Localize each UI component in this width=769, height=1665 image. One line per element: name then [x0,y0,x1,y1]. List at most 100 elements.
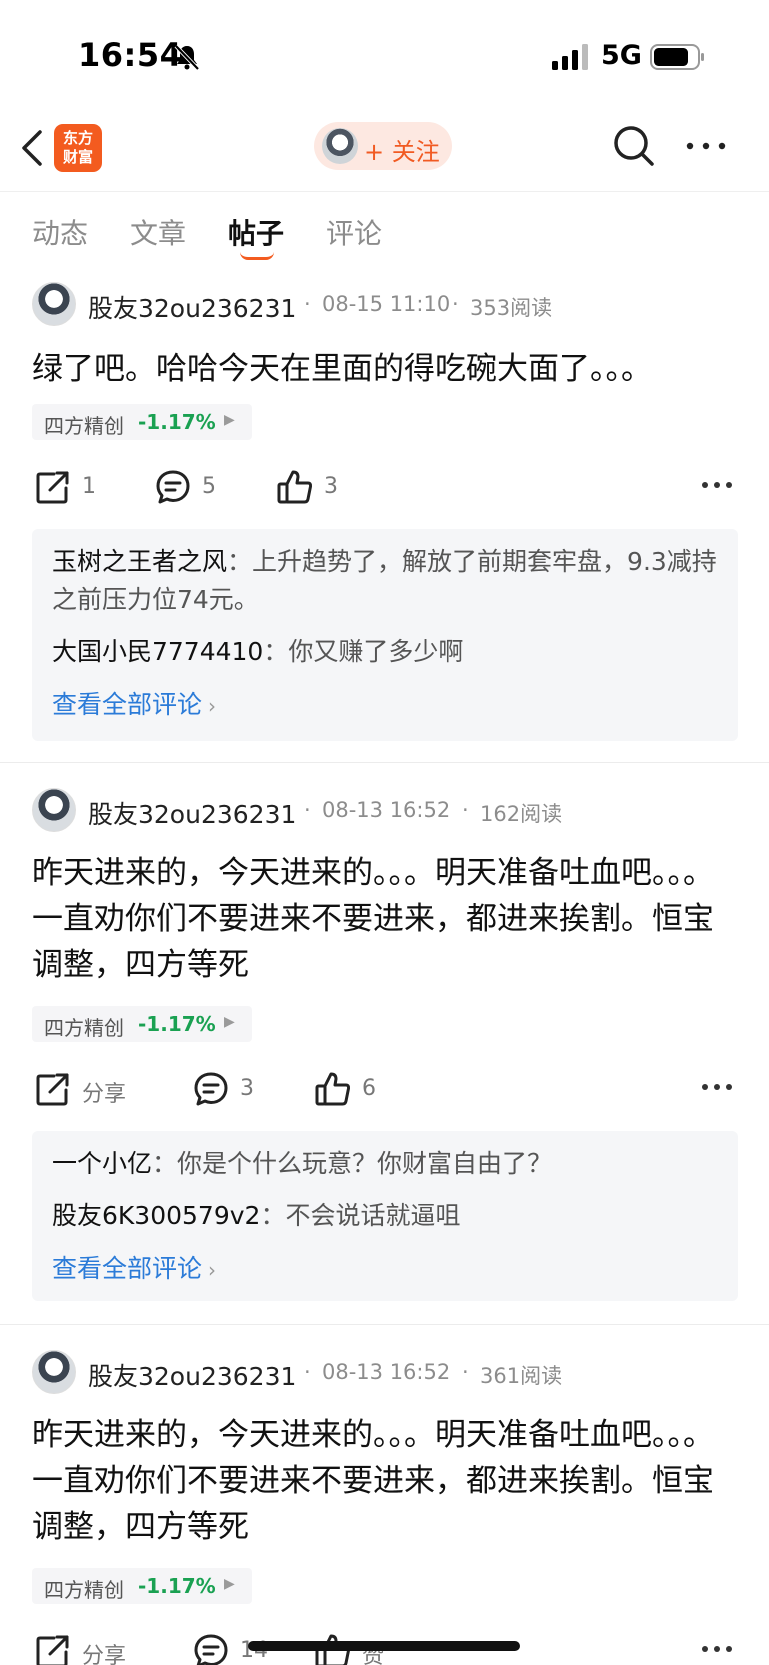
comment-text: 不会说话就逼咀 [285,1201,461,1230]
avatar[interactable] [32,788,76,832]
more-icon[interactable] [684,134,728,158]
like-count: 6 [362,1076,376,1101]
comment-author: 一个小亿 [52,1149,153,1178]
comment-author: 大国小民7774410 [52,637,264,666]
eastmoney-logo: 东方 财富 [54,124,102,172]
stock-change: -1.17% [138,410,216,434]
stock-tag[interactable]: 四方精创 -1.17% ▶ [32,404,252,440]
comment-item[interactable]: 大国小民7774410：你又赚了多少啊 [52,633,718,671]
comment-button[interactable]: 5 [154,464,244,512]
comment-author: 股友6K300579v2 [52,1201,261,1230]
view-all-comments-link[interactable]: 查看全部评论 › [52,685,216,721]
follow-label: + 关注 [364,138,440,166]
comment-count: 5 [202,474,216,499]
stock-change: -1.17% [138,1012,216,1036]
comment-author: 玉树之王者之风 [52,547,228,576]
back-arrow-icon[interactable] [16,126,50,170]
comment-item[interactable]: 一个小亿：你是个什么玩意？你财富自由了？ [52,1145,718,1183]
stock-change: -1.17% [138,1574,216,1598]
comment-count: 3 [240,1076,254,1101]
share-icon [36,471,69,504]
share-button[interactable]: 1 [34,464,124,512]
comment-icon [194,1634,228,1665]
like-button[interactable]: 6 [314,1066,404,1114]
view-all-comments-link[interactable]: 查看全部评论 › [52,1249,216,1285]
home-indicator[interactable] [248,1641,520,1651]
comment-preview: 一个小亿：你是个什么玩意？你财富自由了？ 股友6K300579v2：不会说话就逼… [32,1131,738,1301]
meta-dot: · [304,1360,311,1384]
share-button[interactable]: 分享 [34,1066,144,1114]
divider [0,762,769,763]
post-text[interactable]: 昨天进来的，今天进来的。。。明天准备吐血吧。。。一直劝你们不要进来不要进来，都进… [32,850,732,988]
post-reads: 162阅读 [480,802,563,826]
more-icon[interactable] [700,1644,734,1654]
battery-icon [650,44,704,70]
post-time: 08-13 16:52 [322,1360,451,1384]
share-icon [36,1073,69,1106]
avatar[interactable] [32,1350,76,1394]
post-reads: 361阅读 [480,1364,563,1388]
triangle-right-icon: ▶ [224,1014,235,1030]
comment-preview: 玉树之王者之风：上升趋势了，解放了前期套牢盘，9.3减持之前压力位74元。 大国… [32,529,738,741]
share-icon [36,1635,69,1665]
post-reads: 353阅读 [470,296,553,320]
stock-tag[interactable]: 四方精创 -1.17% ▶ [32,1006,252,1042]
triangle-right-icon: ▶ [224,1576,235,1592]
tab-articles[interactable]: 文章 [130,212,186,252]
thumbs-up-icon [277,470,313,504]
meta-dot: · [304,798,311,822]
chevron-right-icon: › [208,1258,217,1282]
post-author[interactable]: 股友32ou236231 [88,1357,296,1393]
share-button[interactable]: 分享 [34,1628,144,1665]
divider [0,1324,769,1325]
post-item[interactable]: 股友32ou236231 · 08-15 11:10 · 353阅读 绿了吧。哈… [0,280,769,741]
search-icon[interactable] [612,124,656,168]
comment-item[interactable]: 玉树之王者之风：上升趋势了，解放了前期套牢盘，9.3减持之前压力位74元。 [52,543,718,619]
active-tab-indicator [240,252,274,260]
comment-text: 你是个什么玩意？你财富自由了？ [177,1149,553,1178]
post-text[interactable]: 绿了吧。哈哈今天在里面的得吃碗大面了。。。 [32,346,732,392]
meta-dot: · [304,292,311,316]
comment-text: 你又赚了多少啊 [288,637,464,666]
comment-icon [156,470,190,504]
tab-dynamic[interactable]: 动态 [32,212,88,252]
tab-posts[interactable]: 帖子 [228,212,284,252]
stock-name: 四方精创 [44,1016,124,1040]
post-actions: 分享 3 6 [0,1066,769,1114]
post-author[interactable]: 股友32ou236231 [88,289,296,325]
post-time: 08-15 11:10 [322,292,451,316]
signal-icon [552,44,588,70]
status-time: 16:54 [78,36,183,74]
stock-name: 四方精创 [44,1578,124,1602]
post-author[interactable]: 股友32ou236231 [88,795,296,831]
status-bar: 16:54 5G [0,0,769,110]
chevron-right-icon: › [208,694,217,718]
like-count: 3 [324,474,338,499]
nav-bar: 东方 财富 + 关注 [0,110,769,192]
comment-button[interactable]: 3 [192,1066,282,1114]
post-actions: 1 5 3 [0,464,769,512]
avatar[interactable] [32,282,76,326]
stock-tag[interactable]: 四方精创 -1.17% ▶ [32,1568,252,1604]
like-button[interactable]: 3 [276,464,366,512]
thumbs-up-icon [315,1072,351,1106]
network-label: 5G [601,40,642,71]
tab-bar: 动态 文章 帖子 评论 [0,200,769,266]
meta-dot: · [462,798,469,822]
meta-dot: · [462,1360,469,1384]
follow-button[interactable]: + 关注 [314,122,452,170]
more-icon[interactable] [700,1082,734,1092]
comment-item[interactable]: 股友6K300579v2：不会说话就逼咀 [52,1197,718,1235]
post-item[interactable]: 股友32ou236231 · 08-13 16:52 · 361阅读 昨天进来的… [0,1348,769,1665]
avatar [322,128,358,164]
share-count: 1 [82,474,96,499]
tab-comments[interactable]: 评论 [326,212,382,252]
more-icon[interactable] [700,480,734,490]
share-label: 分享 [82,1644,127,1665]
share-label: 分享 [82,1082,127,1107]
post-item[interactable]: 股友32ou236231 · 08-13 16:52 · 162阅读 昨天进来的… [0,786,769,1306]
post-time: 08-13 16:52 [322,798,451,822]
post-text[interactable]: 昨天进来的，今天进来的。。。明天准备吐血吧。。。一直劝你们不要进来不要进来，都进… [32,1412,732,1550]
divider [0,191,769,192]
triangle-right-icon: ▶ [224,412,235,428]
